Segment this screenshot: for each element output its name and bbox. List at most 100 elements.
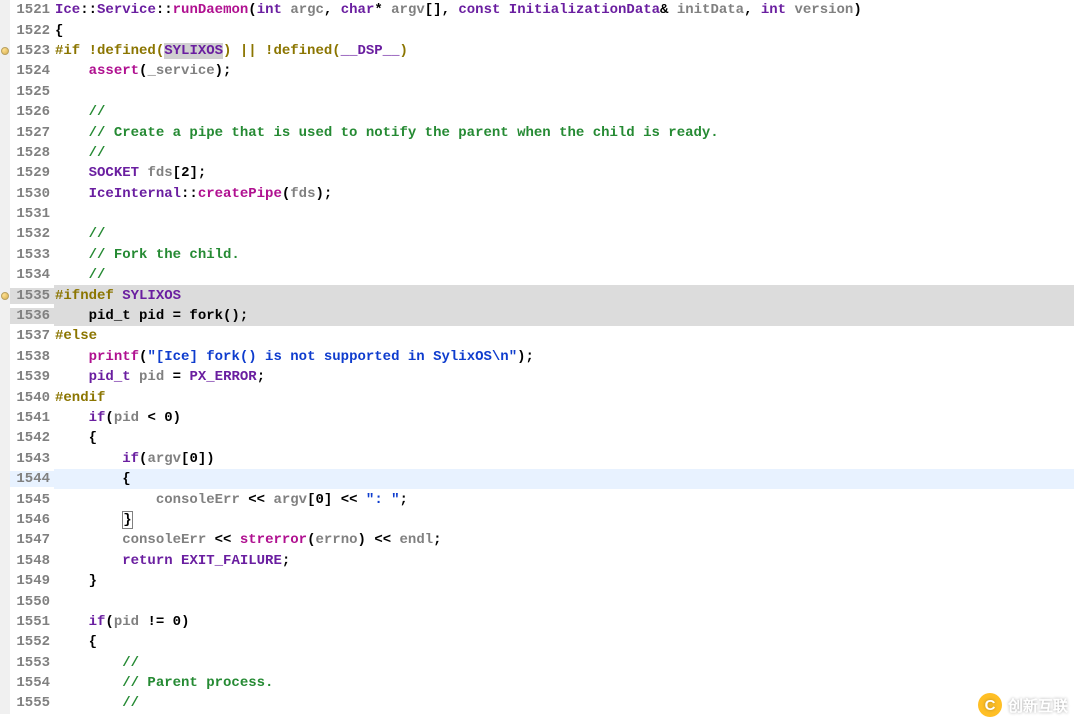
code-line[interactable]: 1538 printf("[Ice] fork() is not support… — [0, 347, 1074, 367]
gutter-marker-column[interactable] — [0, 326, 10, 346]
gutter-marker-column[interactable] — [0, 510, 10, 530]
code-content[interactable]: } — [54, 571, 1074, 591]
gutter-marker-column[interactable] — [0, 449, 10, 469]
code-line[interactable]: 1554 // Parent process. — [0, 673, 1074, 693]
gutter-marker-column[interactable] — [0, 102, 10, 122]
gutter-marker-column[interactable] — [0, 551, 10, 571]
gutter-marker-column[interactable] — [0, 285, 10, 305]
code-line[interactable]: 1542 { — [0, 428, 1074, 448]
code-line[interactable]: 1535#ifndef SYLIXOS — [0, 285, 1074, 305]
gutter-marker-column[interactable] — [0, 204, 10, 224]
code-content[interactable]: { — [54, 632, 1074, 652]
code-line[interactable]: 1548 return EXIT_FAILURE; — [0, 551, 1074, 571]
gutter-marker-column[interactable] — [0, 347, 10, 367]
gutter-marker-column[interactable] — [0, 387, 10, 407]
code-line[interactable]: 1525 — [0, 82, 1074, 102]
gutter-marker-column[interactable] — [0, 632, 10, 652]
code-content[interactable]: #else — [54, 326, 1074, 346]
gutter-marker-column[interactable] — [0, 367, 10, 387]
code-content[interactable]: if(pid != 0) — [54, 612, 1074, 632]
code-content[interactable]: // — [54, 693, 1074, 713]
code-content[interactable]: consoleErr << strerror(errno) << endl; — [54, 530, 1074, 550]
gutter-marker-column[interactable] — [0, 428, 10, 448]
code-line[interactable]: 1553 // — [0, 653, 1074, 673]
gutter-marker-column[interactable] — [0, 224, 10, 244]
gutter-marker-column[interactable] — [0, 122, 10, 142]
code-content[interactable]: { — [54, 428, 1074, 448]
code-content[interactable]: consoleErr << argv[0] << ": "; — [54, 489, 1074, 509]
code-line[interactable]: 1541 if(pid < 0) — [0, 408, 1074, 428]
gutter-marker-column[interactable] — [0, 653, 10, 673]
gutter-marker-column[interactable] — [0, 591, 10, 611]
gutter-marker-column[interactable] — [0, 82, 10, 102]
gutter-marker-column[interactable] — [0, 163, 10, 183]
code-content[interactable]: #endif — [54, 387, 1074, 407]
code-content[interactable]: // — [54, 143, 1074, 163]
gutter-marker-column[interactable] — [0, 673, 10, 693]
code-content[interactable]: pid_t pid = fork(); — [54, 306, 1074, 326]
gutter-marker-column[interactable] — [0, 489, 10, 509]
code-line[interactable]: 1532 // — [0, 224, 1074, 244]
code-content[interactable]: #ifndef SYLIXOS — [54, 285, 1074, 305]
code-content[interactable]: // — [54, 265, 1074, 285]
code-content[interactable]: return EXIT_FAILURE; — [54, 551, 1074, 571]
gutter-marker-column[interactable] — [0, 571, 10, 591]
code-content[interactable]: // Fork the child. — [54, 245, 1074, 265]
code-content[interactable] — [54, 204, 1074, 224]
code-line[interactable]: 1521Ice::Service::runDaemon(int argc, ch… — [0, 0, 1074, 20]
code-line[interactable]: 1551 if(pid != 0) — [0, 612, 1074, 632]
gutter-marker-column[interactable] — [0, 530, 10, 550]
code-content[interactable]: { — [54, 20, 1074, 40]
gutter-marker-column[interactable] — [0, 20, 10, 40]
code-content[interactable] — [54, 591, 1074, 611]
code-content[interactable]: if(argv[0]) — [54, 449, 1074, 469]
gutter-marker-column[interactable] — [0, 469, 10, 489]
code-content[interactable]: printf("[Ice] fork() is not supported in… — [54, 347, 1074, 367]
code-line[interactable]: 1550 — [0, 591, 1074, 611]
code-line[interactable]: 1530 IceInternal::createPipe(fds); — [0, 184, 1074, 204]
gutter-marker-column[interactable] — [0, 61, 10, 81]
code-content[interactable]: // — [54, 224, 1074, 244]
code-content[interactable]: Ice::Service::runDaemon(int argc, char* … — [54, 0, 1074, 20]
code-content[interactable]: // Create a pipe that is used to notify … — [54, 122, 1074, 142]
code-content[interactable]: // Parent process. — [54, 673, 1074, 693]
code-line[interactable]: 1543 if(argv[0]) — [0, 449, 1074, 469]
gutter-marker-column[interactable] — [0, 693, 10, 713]
code-line[interactable]: 1547 consoleErr << strerror(errno) << en… — [0, 530, 1074, 550]
code-content[interactable] — [54, 82, 1074, 102]
code-content[interactable]: assert(_service); — [54, 61, 1074, 81]
code-line[interactable]: 1531 — [0, 204, 1074, 224]
code-line[interactable]: 1546 } — [0, 510, 1074, 530]
code-line[interactable]: 1544 { — [0, 469, 1074, 489]
code-content[interactable]: #if !defined(SYLIXOS) || !defined(__DSP_… — [54, 41, 1074, 61]
code-line[interactable]: 1545 consoleErr << argv[0] << ": "; — [0, 489, 1074, 509]
gutter-marker-column[interactable] — [0, 143, 10, 163]
gutter-marker-column[interactable] — [0, 408, 10, 428]
code-line[interactable]: 1529 SOCKET fds[2]; — [0, 163, 1074, 183]
gutter-marker-column[interactable] — [0, 612, 10, 632]
code-content[interactable]: IceInternal::createPipe(fds); — [54, 184, 1074, 204]
code-content[interactable]: pid_t pid = PX_ERROR; — [54, 367, 1074, 387]
code-line[interactable]: 1526 // — [0, 102, 1074, 122]
code-line[interactable]: 1527 // Create a pipe that is used to no… — [0, 122, 1074, 142]
gutter-marker-column[interactable] — [0, 41, 10, 61]
gutter-marker-column[interactable] — [0, 245, 10, 265]
code-line[interactable]: 1523#if !defined(SYLIXOS) || !defined(__… — [0, 41, 1074, 61]
code-editor[interactable]: 1521Ice::Service::runDaemon(int argc, ch… — [0, 0, 1074, 723]
code-line[interactable]: 1540#endif — [0, 387, 1074, 407]
code-content[interactable]: { — [54, 469, 1074, 489]
code-content[interactable]: } — [54, 510, 1074, 530]
gutter-marker-column[interactable] — [0, 306, 10, 326]
code-line[interactable]: 1522{ — [0, 20, 1074, 40]
code-line[interactable]: 1552 { — [0, 632, 1074, 652]
code-content[interactable]: // — [54, 102, 1074, 122]
code-line[interactable]: 1524 assert(_service); — [0, 61, 1074, 81]
code-line[interactable]: 1549 } — [0, 571, 1074, 591]
code-line[interactable]: 1555 // — [0, 693, 1074, 713]
gutter-marker-column[interactable] — [0, 0, 10, 20]
code-line[interactable]: 1534 // — [0, 265, 1074, 285]
code-line[interactable]: 1536 pid_t pid = fork(); — [0, 306, 1074, 326]
code-content[interactable]: // — [54, 653, 1074, 673]
code-line[interactable]: 1537#else — [0, 326, 1074, 346]
gutter-marker-column[interactable] — [0, 265, 10, 285]
